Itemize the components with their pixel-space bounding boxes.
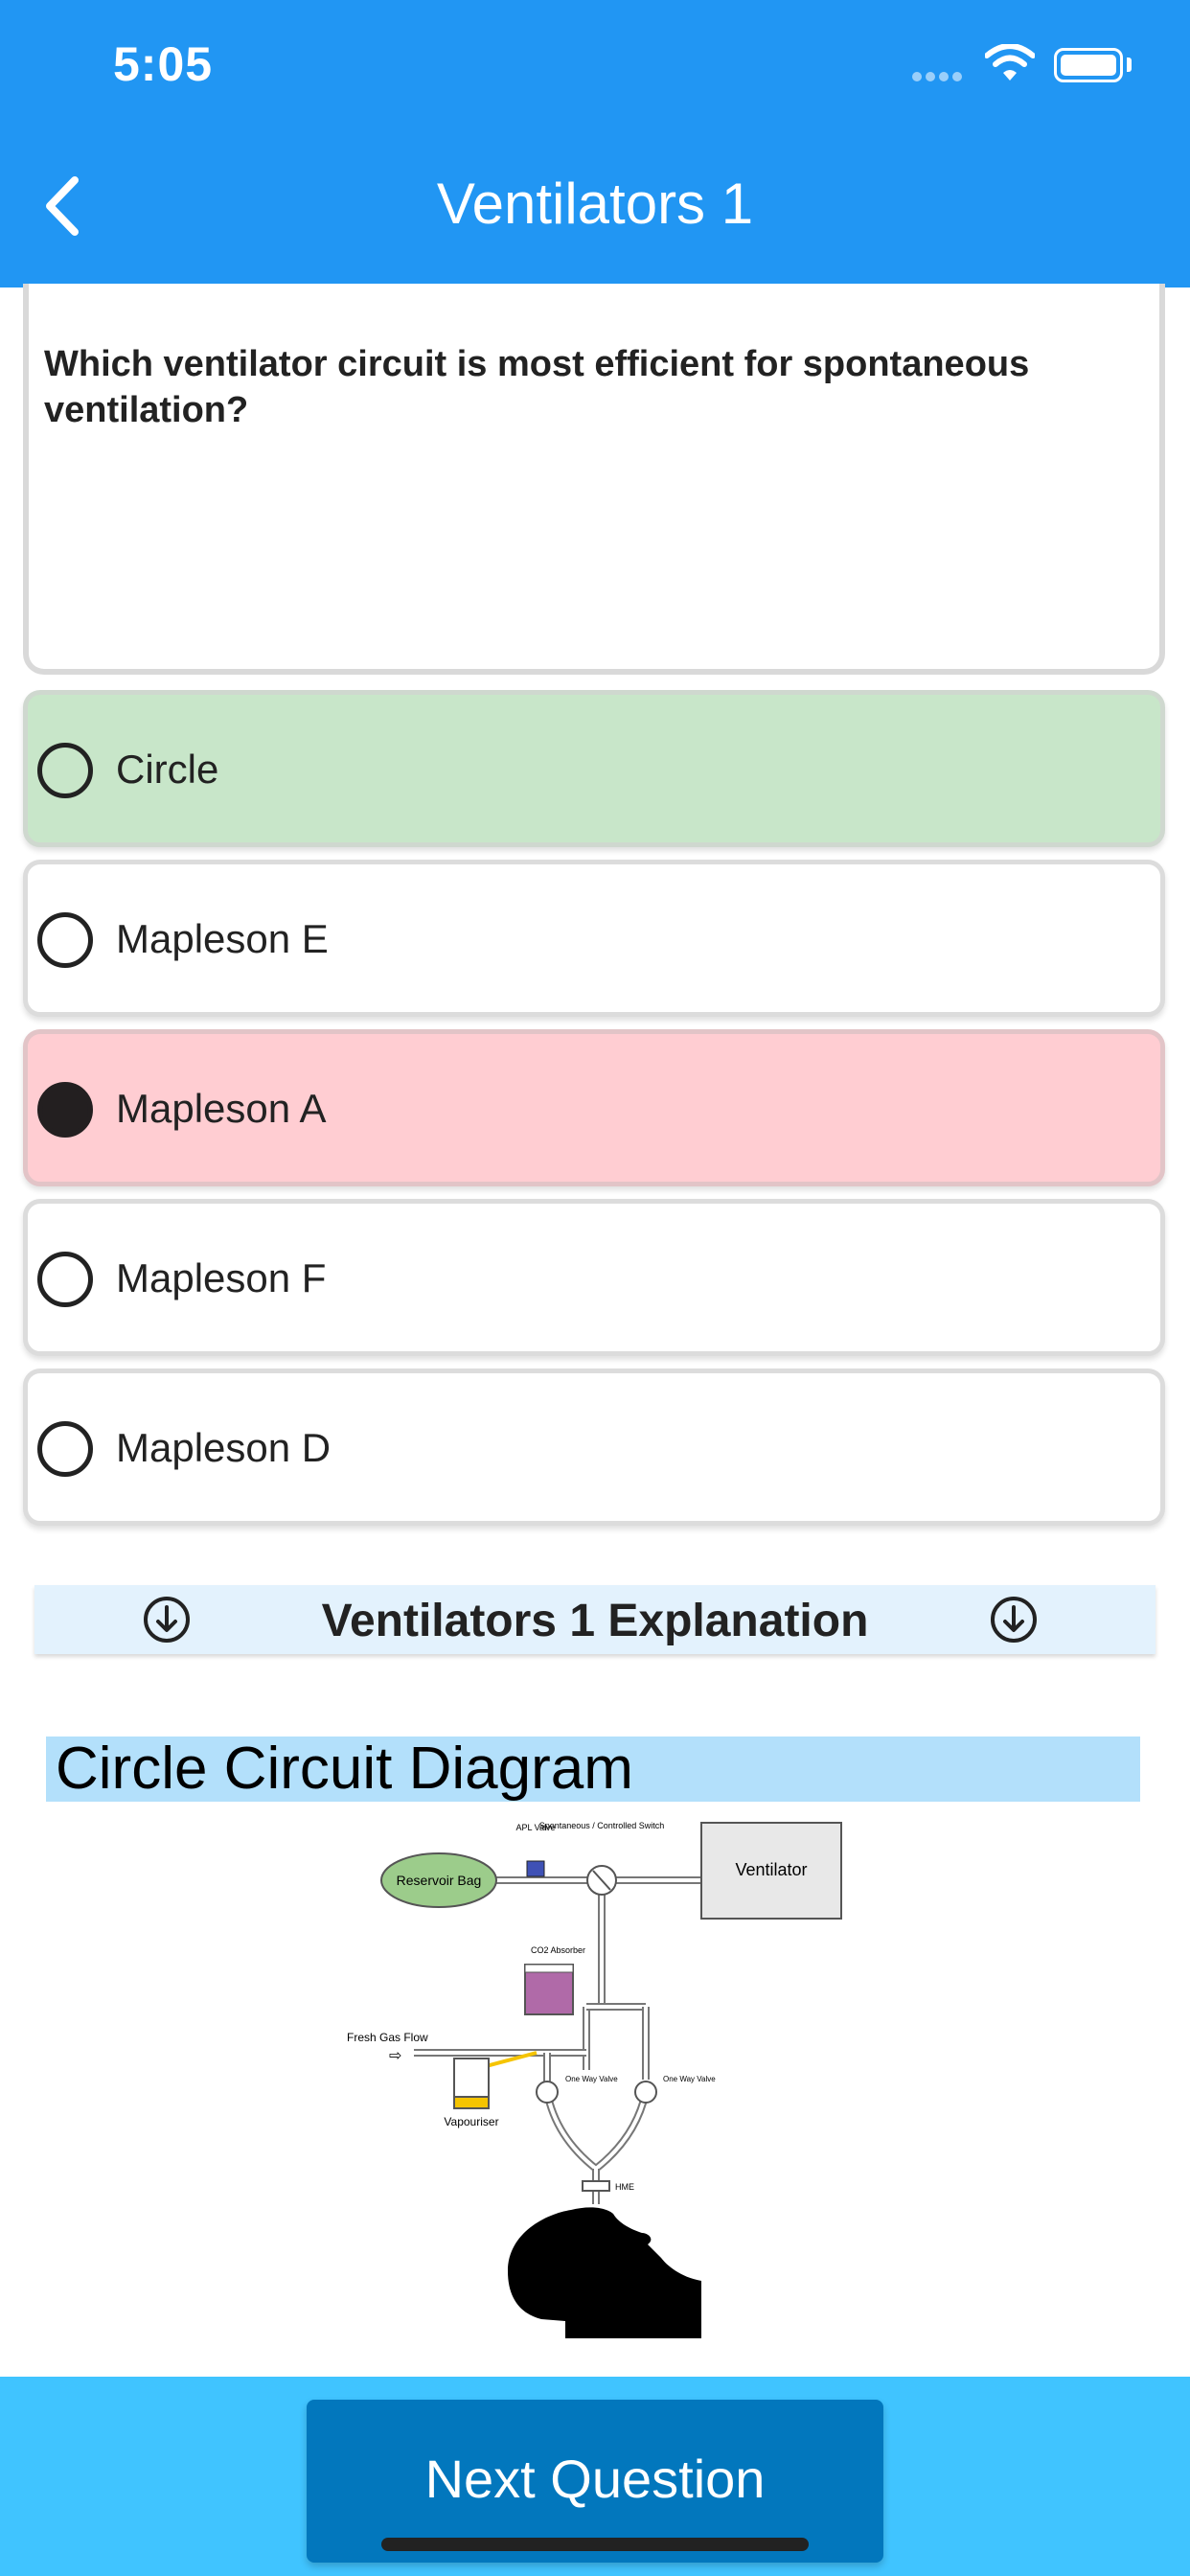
explanation-toggle[interactable]: Ventilators 1 Explanation [34,1585,1156,1654]
radio-button-selected-icon [37,1082,93,1138]
status-time: 5:05 [113,37,214,91]
diagram-title: Circle Circuit Diagram [46,1736,1140,1802]
switch-label: Spontaneous / Controlled Switch [539,1821,665,1830]
circle-circuit-diagram: Reservoir Bag APL Valve Spontaneous / Co… [347,1821,842,2338]
answer-option-mapleson-a[interactable]: Mapleson A [23,1029,1165,1186]
arrow-down-circle-icon [991,1597,1037,1643]
svg-text:⇨: ⇨ [389,2048,401,2064]
wifi-icon [985,44,1035,80]
answer-option-label: Mapleson D [116,1425,332,1470]
one-way-valve-label: One Way Valve [663,2075,716,2083]
hme-label: HME [615,2182,634,2192]
answer-option-label: Mapleson F [116,1255,327,1300]
answer-option-mapleson-f[interactable]: Mapleson F [23,1199,1165,1356]
answer-option-label: Mapleson E [116,916,329,961]
question-text: Which ventilator circuit is most efficie… [44,344,1030,430]
cellular-signal-icon [912,69,970,82]
answer-option-mapleson-d[interactable]: Mapleson D [23,1368,1165,1526]
radio-button-icon [37,1421,93,1477]
answer-option-label: Circle [116,747,219,792]
radio-button-icon [37,912,93,968]
next-question-label: Next Question [424,2449,766,2509]
co2-absorber-label: CO2 Absorber [531,1945,585,1955]
ventilator-label: Ventilator [735,1860,807,1879]
explanation-title: Ventilators 1 Explanation [321,1596,869,1646]
one-way-valve-label: One Way Valve [565,2075,618,2083]
page-title: Ventilators 1 [436,172,754,236]
answer-option-circle[interactable]: Circle [23,690,1165,847]
vapouriser-label: Vapouriser [444,2115,498,2128]
answer-option-mapleson-e[interactable]: Mapleson E [23,860,1165,1017]
app-header: 5:05 Ventilators 1 [0,0,1190,288]
radio-button-icon [37,743,93,798]
home-indicator[interactable] [381,2538,809,2551]
answer-option-label: Mapleson A [116,1086,327,1131]
battery-icon [1054,48,1123,82]
fresh-gas-flow-label: Fresh Gas Flow [347,2031,428,2044]
reservoir-bag-label: Reservoir Bag [397,1873,482,1888]
radio-button-icon [37,1252,93,1307]
